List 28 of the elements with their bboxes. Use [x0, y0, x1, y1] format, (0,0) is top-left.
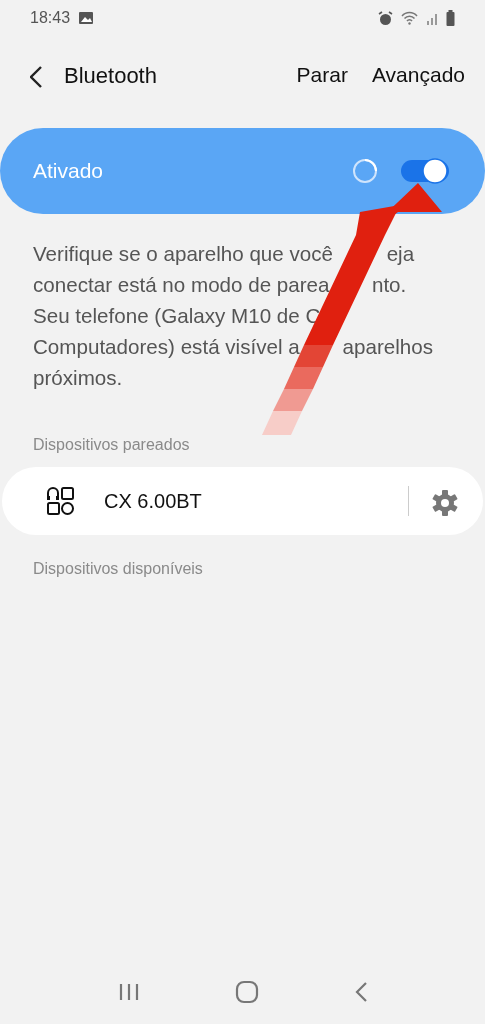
section-header: Dispositivos disponíveis — [33, 560, 203, 577]
back-icon — [30, 65, 42, 88]
description-text: Computadores) está visível a — [33, 334, 300, 360]
switch-label: Ativado — [33, 158, 104, 185]
signal-icon — [426, 11, 438, 25]
settings-icon — [431, 488, 459, 517]
device-name: CX 6.00BT — [104, 489, 202, 514]
wifi-icon — [401, 11, 418, 25]
page-title: Bluetooth — [64, 61, 157, 90]
back-nav-icon — [353, 980, 368, 1003]
description-text: aparelhos — [342, 334, 433, 360]
description-text: próximos. — [33, 365, 123, 391]
section-header: Dispositivos pareados — [33, 436, 190, 453]
recent-apps-icon — [117, 981, 140, 1002]
description-text: conectar está no modo de parea — [33, 272, 330, 298]
description-text: eja — [386, 241, 415, 267]
gallery-icon — [78, 11, 95, 25]
description-text: nto. — [371, 272, 407, 298]
action-button[interactable]: Avançado — [371, 59, 465, 91]
action-button[interactable]: Parar — [296, 59, 348, 91]
toggle-switch[interactable] — [401, 157, 449, 185]
clock-time: 18:43 — [30, 8, 71, 28]
home-icon — [234, 979, 259, 1004]
device-icon — [46, 486, 74, 516]
battery-icon — [446, 10, 455, 26]
alarm-icon — [378, 10, 393, 26]
device-row[interactable]: CX 6.00BT — [2, 467, 483, 535]
description-text: Verifique se o aparelho que você — [33, 241, 333, 267]
